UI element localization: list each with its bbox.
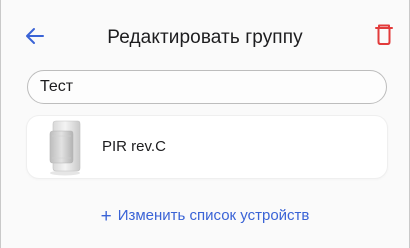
delete-group-button[interactable]: [373, 23, 395, 47]
trash-icon: [375, 24, 393, 45]
edit-device-list-label: Изменить список устройств: [117, 207, 310, 224]
page-title: Редактировать группу: [107, 27, 303, 48]
group-name-input[interactable]: [27, 70, 387, 104]
edit-device-list-button[interactable]: + Изменить список устройств: [1, 206, 409, 228]
header: Редактировать группу: [1, 0, 409, 72]
edit-group-screen: Редактировать группу Тест PIR rev.C + Из…: [0, 0, 410, 248]
device-list-item[interactable]: PIR rev.C: [27, 116, 387, 178]
motion-sensor-icon: [49, 120, 81, 176]
device-name: PIR rev.C: [102, 138, 166, 155]
plus-icon: +: [100, 206, 112, 227]
